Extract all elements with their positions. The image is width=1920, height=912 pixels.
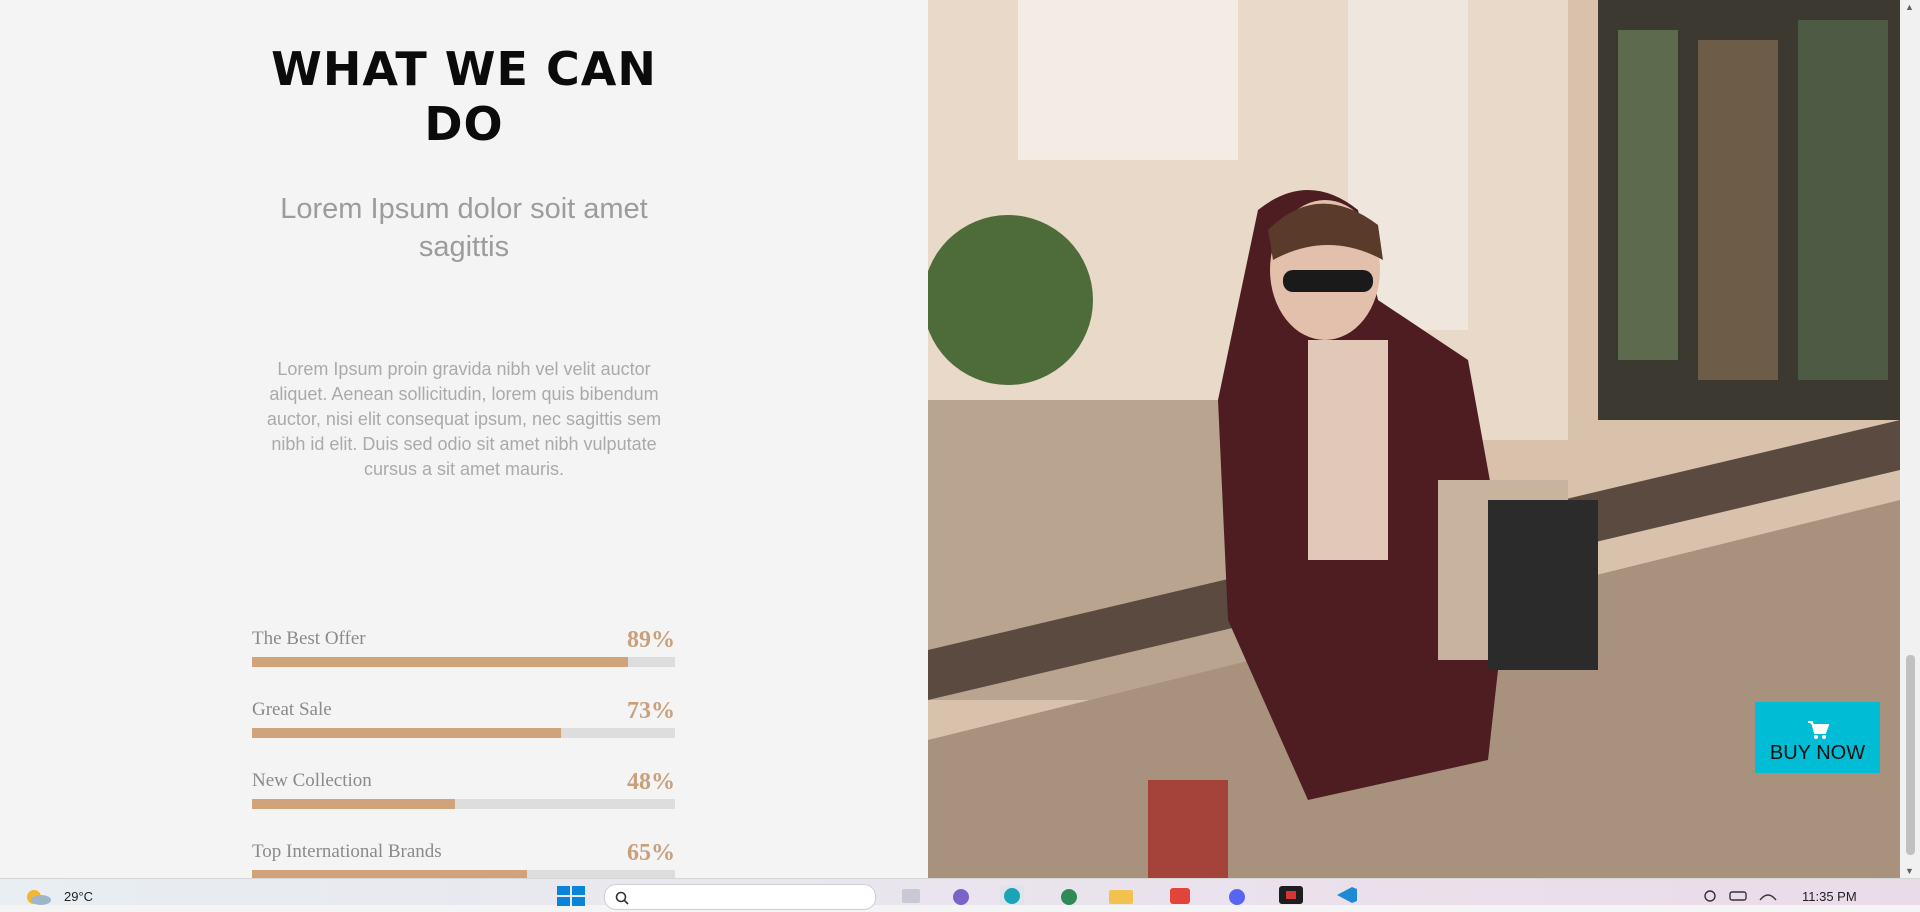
discord-icon[interactable] (1226, 887, 1248, 905)
skill-track (252, 657, 675, 667)
skill-label: The Best Offer (252, 628, 366, 649)
skill-track (252, 799, 675, 809)
windows-taskbar: 29°C 11:35 PM (0, 878, 1920, 910)
chat-icon[interactable] (950, 887, 972, 905)
weather-temperature: 29°C (64, 889, 94, 904)
skill-percent: 73% (627, 698, 675, 724)
skill-label: Top International Brands (252, 841, 442, 862)
edge-browser-icon[interactable] (1000, 885, 1024, 905)
system-tray-icons[interactable] (1700, 887, 1790, 905)
skill-label: Great Sale (252, 699, 332, 720)
skill-percent: 48% (627, 769, 675, 795)
skill-track (252, 728, 675, 738)
file-explorer-icon[interactable] (1108, 887, 1134, 905)
section-body: Lorem Ipsum proin gravida nibh vel velit… (266, 359, 662, 479)
search-icon (615, 891, 629, 905)
skill-fill (252, 657, 629, 667)
cart-icon (1807, 721, 1829, 739)
taskbar-clock: 11:35 PM (1802, 889, 1857, 904)
scroll-down-arrow-icon[interactable]: ▼ (1905, 866, 1914, 876)
taskview-icon[interactable] (900, 887, 922, 905)
app-red-icon[interactable] (1168, 887, 1192, 905)
windows-start-icon[interactable] (557, 886, 585, 906)
taskbar-search-box[interactable] (604, 884, 876, 910)
skill-fill (252, 728, 561, 738)
skill-bars: The Best Offer 89% Great Sale 73% New Co… (252, 627, 675, 912)
skill-fill (252, 799, 456, 809)
page-scrollbar[interactable]: ▲ ▼ (1900, 0, 1920, 878)
section-subtitle: Lorem Ipsum dolor soit amet sagittis (280, 193, 648, 263)
app-dark-icon[interactable] (1278, 885, 1304, 905)
scroll-up-arrow-icon[interactable]: ▲ (1905, 2, 1914, 12)
scrollbar-thumb[interactable] (1906, 655, 1915, 855)
skill-item: Great Sale 73% (252, 698, 675, 770)
section-title: WHAT WE CAN DO (271, 42, 657, 151)
skill-item: The Best Offer 89% (252, 627, 675, 699)
skill-percent: 89% (627, 627, 675, 653)
buy-now-label: BUY NOW (1769, 742, 1866, 764)
skill-label: New Collection (252, 770, 372, 791)
skill-percent: 65% (627, 840, 675, 866)
content-panel: WHAT WE CAN DO Lorem Ipsum dolor soit am… (0, 0, 928, 880)
weather-icon[interactable] (24, 887, 52, 905)
chrome-browser-icon[interactable] (1058, 887, 1080, 905)
buy-now-button[interactable]: BUY NOW (1755, 702, 1880, 773)
skill-item: New Collection 48% (252, 769, 675, 841)
vscode-icon[interactable] (1334, 885, 1360, 905)
